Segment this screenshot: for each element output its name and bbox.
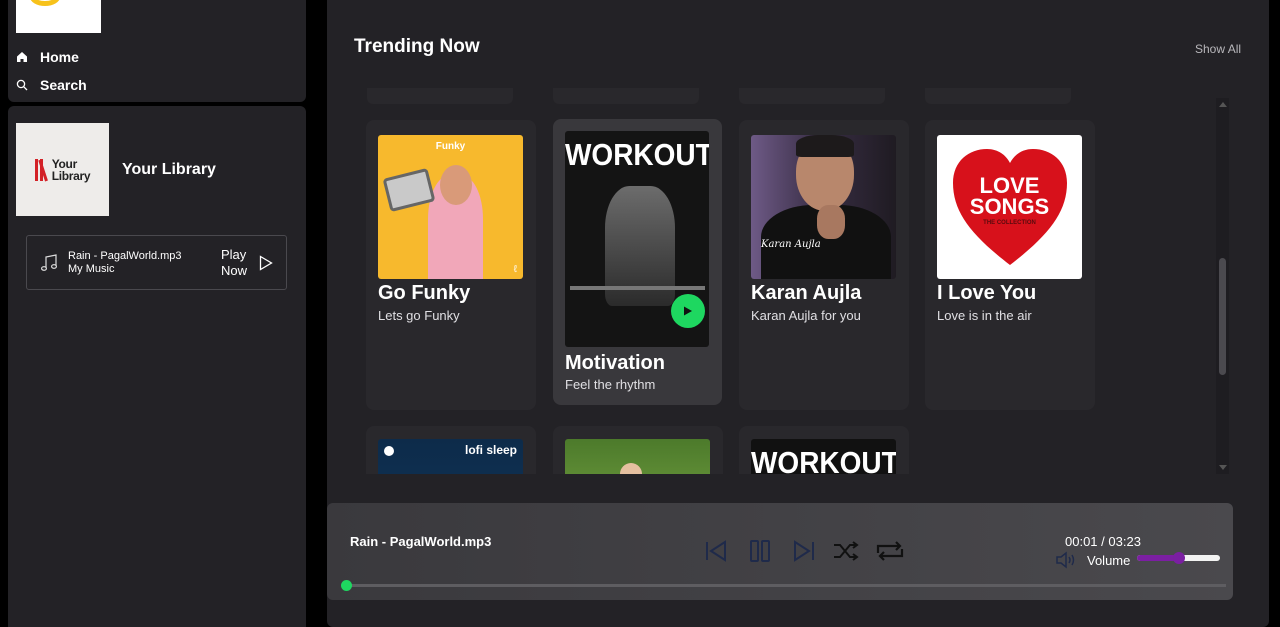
repeat-icon [876,541,904,561]
scroll-down-arrow[interactable] [1219,465,1227,470]
recent-track-item[interactable]: Rain - PagalWorld.mp3 My Music Play Now [26,235,287,290]
card-grid: Funky ℓ Go Funky Lets go Funky WORKOUT M… [365,88,1127,474]
spotify-icon [384,446,394,456]
nav-panel: Home Search [8,0,306,102]
seek-knob[interactable] [341,580,352,591]
shuffle-button[interactable] [833,539,859,563]
playlist-cover: lofi sleep [378,439,523,474]
volume-icon[interactable] [1055,551,1077,569]
recent-track-name: Rain - PagalWorld.mp3 [68,250,182,262]
playlist-title: Go Funky [378,282,471,304]
nav-search-label: Search [40,77,87,93]
library-panel: Your Library Your Library Rain - PagalWo… [8,106,306,627]
search-icon [16,79,28,91]
playlist-card[interactable]: Funky ℓ Go Funky Lets go Funky [366,120,536,410]
playlist-cover: Funky ℓ [378,135,523,279]
recent-track-info: Rain - PagalWorld.mp3 My Music [68,250,182,276]
playlist-subtitle: Love is in the air [937,308,1032,323]
playlist-title: Karan Aujla [751,282,862,304]
playlist-cover: Karan Aujla [751,135,896,279]
playlist-subtitle: Lets go Funky [378,308,460,323]
home-icon [17,52,27,62]
logo-mark [30,0,60,6]
volume-knob[interactable] [1172,552,1185,564]
playlist-subtitle: Feel the rhythm [565,377,656,392]
playlist-card-hovered[interactable]: WORKOUT Motivation Feel the rhythm [553,119,722,405]
library-bars-icon [34,158,48,181]
repeat-button[interactable] [874,539,906,563]
section-title: Trending Now [354,36,480,57]
playlist-cover: LOVE SONGS THE COLLECTION [937,135,1082,279]
play-icon [684,306,692,316]
time-display: 00:01 / 03:23 [1065,534,1141,549]
playlist-card[interactable]: lofi sleep [366,426,536,474]
card-partial-top[interactable] [739,88,885,104]
nav-home-label: Home [40,49,79,65]
scroll-up-arrow[interactable] [1219,102,1227,107]
playlist-title: I Love You [937,282,1037,304]
card-partial-top[interactable] [553,88,699,104]
playlist-card[interactable]: Karan Aujla Karan Aujla Karan Aujla for … [739,120,909,410]
playlist-title: Motivation [565,352,665,374]
skip-previous-icon [706,540,726,562]
show-all-link[interactable]: Show All [1195,42,1241,56]
card-play-button[interactable] [671,294,705,328]
playlist-cover [565,439,710,474]
card-partial-top[interactable] [367,88,513,104]
playlist-subtitle: Karan Aujla for you [751,308,861,323]
app-logo[interactable] [16,0,101,33]
playlist-cover: WORKOUT [751,439,896,474]
now-playing-title: Rain - PagalWorld.mp3 [350,534,492,549]
playlist-card[interactable] [553,426,723,474]
seek-bar[interactable] [341,580,1226,591]
grid-scrollbar[interactable] [1216,98,1229,474]
library-title: Your Library [122,161,216,178]
player-bar: Rain - PagalWorld.mp3 00:01 / 03:23 Volu… [327,503,1233,600]
playlist-card[interactable]: LOVE SONGS THE COLLECTION I Love You Lov… [925,120,1095,410]
volume-label: Volume [1087,553,1131,568]
playlist-card[interactable]: WORKOUT [739,426,909,474]
card-partial-top[interactable] [925,88,1071,104]
next-button[interactable] [792,539,816,563]
skip-next-icon [794,540,814,562]
nav-home[interactable]: Home [16,49,79,65]
scrollbar-thumb[interactable] [1219,258,1226,375]
shuffle-icon [834,541,859,561]
play-now-button[interactable]: Play Now [221,247,247,279]
play-icon[interactable] [259,255,273,271]
library-cover[interactable]: Your Library [16,123,109,216]
main-content: Trending Now Show All Funky ℓ Go Funky L… [327,0,1269,627]
volume-slider[interactable] [1137,552,1220,564]
previous-button[interactable] [704,539,728,563]
music-note-icon [40,254,58,271]
recent-track-source: My Music [68,263,115,275]
pause-icon [750,540,770,562]
library-cover-text: Your Library [51,156,91,183]
pause-button[interactable] [748,539,772,563]
nav-search[interactable]: Search [16,77,87,93]
playlist-cover: WORKOUT [565,131,709,347]
